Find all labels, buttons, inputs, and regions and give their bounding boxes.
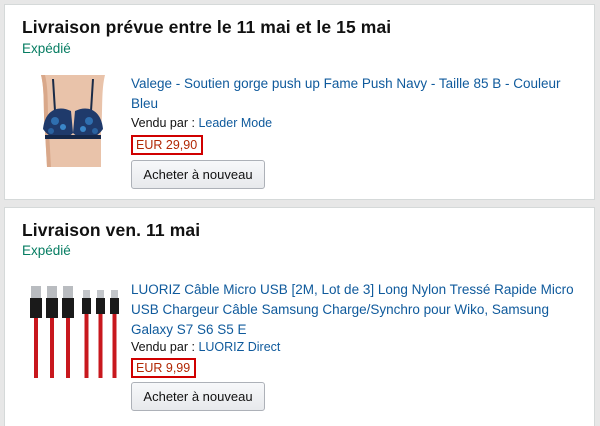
seller-link[interactable]: LUORIZ Direct	[198, 340, 280, 354]
seller-line: Vendu par : Leader Mode	[131, 116, 272, 130]
order-card-1: Livraison prévue entre le 11 mai et le 1…	[4, 4, 595, 200]
buy-again-button[interactable]: Acheter à nouveau	[131, 382, 265, 411]
seller-line: Vendu par : LUORIZ Direct	[131, 340, 280, 354]
shipping-status: Expédié	[22, 243, 71, 258]
seller-label: Vendu par :	[131, 340, 195, 354]
delivery-title: Livraison ven. 11 mai	[22, 220, 201, 240]
seller-link[interactable]: Leader Mode	[198, 116, 272, 130]
delivery-title: Livraison prévue entre le 11 mai et le 1…	[22, 17, 392, 37]
item-price: EUR 29,90	[131, 135, 204, 155]
orders-page: Livraison prévue entre le 11 mai et le 1…	[0, 0, 600, 426]
usb-cable-product-image[interactable]	[27, 282, 123, 378]
order-card-2: Livraison ven. 11 mai Expédié LUORIZ Câb…	[4, 207, 595, 426]
product-title-link[interactable]: Valege - Soutien gorge push up Fame Push…	[131, 74, 581, 114]
shipping-status: Expédié	[22, 41, 71, 56]
item-price: EUR 9,99	[131, 358, 197, 378]
seller-label: Vendu par :	[131, 116, 195, 130]
bra-product-image[interactable]	[25, 71, 121, 167]
product-title-link[interactable]: LUORIZ Câble Micro USB [2M, Lot de 3] Lo…	[131, 280, 581, 340]
buy-again-button[interactable]: Acheter à nouveau	[131, 160, 265, 189]
